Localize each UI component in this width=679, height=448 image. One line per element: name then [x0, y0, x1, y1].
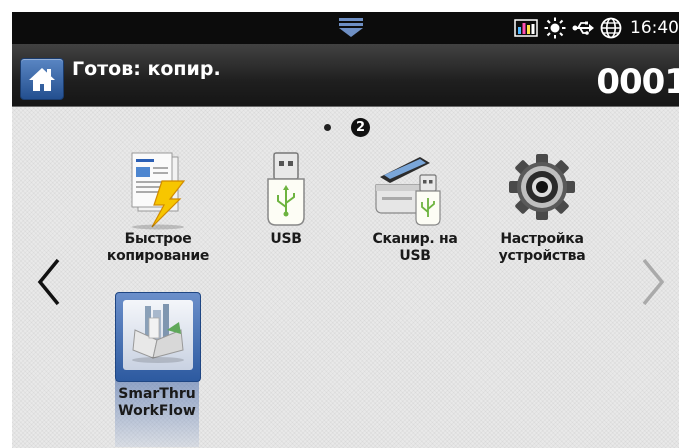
settings-gear-icon [509, 154, 575, 220]
device-screen: 16:40 Готов: копир. 0001 2 Быстрое копир… [12, 12, 679, 448]
scan-to-usb-icon [375, 157, 441, 226]
home-button[interactable] [20, 58, 64, 100]
toner-level-icon[interactable] [514, 19, 538, 37]
page-title: Готов: копир. [72, 58, 221, 80]
app-usb[interactable]: USB [231, 151, 341, 248]
clock: 16:40 [630, 18, 679, 38]
app-quick-copy[interactable]: Быстрое копирование [103, 151, 213, 265]
app-grid-area: 2 Быстрое копирование USB Сканир. на USB… [12, 107, 679, 448]
selected-tile [115, 292, 201, 382]
copy-counter: 0001 [596, 62, 679, 102]
app-smarthru-workflow[interactable]: SmarThru WorkFlow [115, 292, 201, 447]
usb-drive-icon [267, 152, 305, 226]
app-device-settings[interactable]: Настройка устройства [487, 151, 597, 265]
eco-sun-icon[interactable] [544, 17, 566, 39]
next-page-arrow-icon[interactable] [640, 257, 666, 307]
page-indicator: 2 [324, 116, 370, 138]
app-scan-to-usb[interactable]: Сканир. на USB [360, 151, 470, 265]
usb-connection-icon[interactable] [572, 20, 594, 36]
network-globe-icon[interactable] [600, 17, 622, 39]
title-bar: Готов: копир. 0001 [12, 44, 679, 107]
page-dot[interactable] [324, 123, 331, 131]
notification-pull-down-icon[interactable] [337, 18, 365, 38]
previous-page-arrow-icon[interactable] [36, 257, 62, 307]
smarthru-workflow-icon [132, 304, 184, 363]
status-bar: 16:40 [12, 12, 679, 44]
home-icon [29, 68, 55, 91]
page-dot-active: 2 [351, 117, 370, 137]
quick-copy-icon [131, 152, 186, 230]
